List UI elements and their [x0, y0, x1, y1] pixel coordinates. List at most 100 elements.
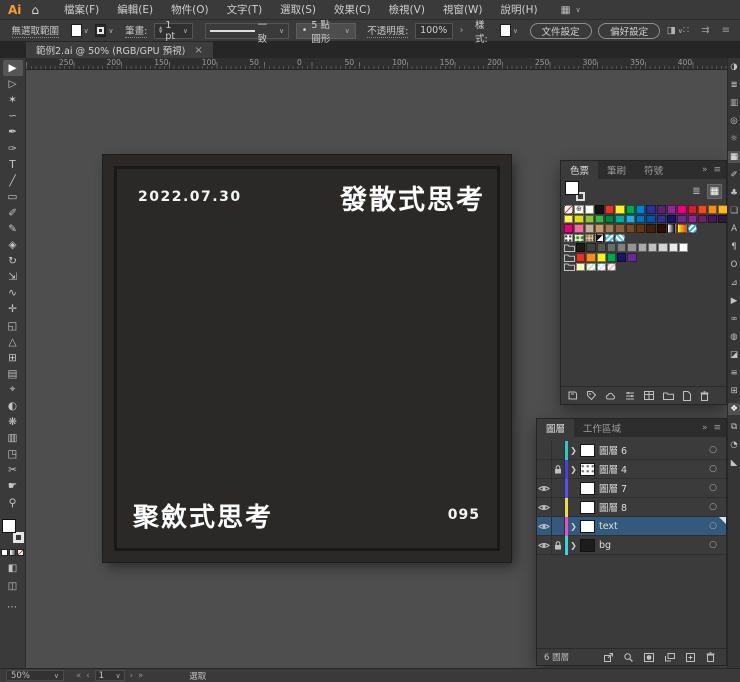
preferences-button[interactable]: 偏好設定 [598, 22, 661, 39]
chevron-down-icon[interactable]: ∨ [183, 27, 188, 35]
swatch-kinds-menu-icon[interactable] [587, 391, 596, 400]
swatch[interactable] [678, 243, 689, 252]
zoom-tool[interactable]: ⚲ [3, 495, 23, 511]
layer-row[interactable]: ❯ text ○ [537, 516, 726, 536]
pattern-swatch[interactable] [605, 233, 615, 243]
panel-menu-icon[interactable]: ≡ [713, 423, 721, 433]
column-graph-tool[interactable]: ▥ [3, 430, 23, 446]
expand-arrow-icon[interactable]: ❯ [568, 446, 579, 455]
line-segment-tool[interactable]: ╱ [3, 173, 23, 189]
swatch[interactable] [586, 252, 596, 262]
layer-thumbnail[interactable] [580, 443, 595, 457]
pattern-swatch[interactable] [687, 224, 697, 233]
gradient-swatch[interactable] [677, 224, 687, 233]
swatch[interactable] [687, 214, 697, 224]
menu-item[interactable]: 效果(C) [325, 4, 380, 16]
first-artboard-icon[interactable]: « [76, 671, 81, 681]
swatch[interactable] [646, 205, 656, 214]
pattern-swatch[interactable] [564, 233, 574, 243]
style-swatch[interactable] [499, 24, 511, 37]
color-themes-icon[interactable] [644, 391, 654, 400]
pattern-swatch[interactable] [596, 262, 606, 272]
tab-筆刷[interactable]: 筆刷 [598, 161, 635, 179]
curvature-tool[interactable]: ✑ [3, 140, 23, 156]
stepper-icon[interactable]: ▲ ▼ [159, 26, 162, 35]
lock-icon[interactable] [552, 516, 565, 536]
artboard-page-number[interactable]: 095 [448, 507, 480, 523]
draw-mode-icon[interactable]: ◧ [8, 563, 17, 574]
stroke-weight-label[interactable]: 筆畫: [125, 23, 148, 38]
control-extra-icon-2[interactable]: ⇉ [701, 25, 709, 36]
more-tools-icon[interactable]: ⋯ [7, 602, 18, 613]
swatch[interactable] [666, 205, 677, 214]
direct-selection-tool[interactable]: ▷ [3, 76, 23, 92]
hand-tool[interactable]: ☛ [3, 478, 23, 494]
asset-export-panel-icon[interactable]: ◔ [728, 439, 740, 451]
swatch[interactable] [636, 205, 646, 214]
properties-panel-icon[interactable]: ≣ [728, 79, 740, 91]
lock-icon[interactable] [552, 478, 565, 498]
opacity-label[interactable]: 不透明度: [367, 23, 409, 38]
tab-圖層[interactable]: 圖層 [537, 419, 575, 437]
control-extra-icon-1[interactable]: ∷ [683, 25, 689, 36]
swatch[interactable] [576, 262, 586, 272]
none-mode-button[interactable] [17, 548, 24, 556]
swatch[interactable] [606, 243, 617, 252]
layers-panel-icon[interactable]: ❖ [728, 403, 740, 415]
close-icon[interactable]: × [194, 45, 202, 56]
paintbrush-tool[interactable]: ✐ [3, 205, 23, 221]
layer-thumbnail[interactable] [580, 519, 595, 533]
lasso-tool[interactable]: ∽ [3, 108, 23, 124]
control-panel-menu-icon[interactable]: ≡ [722, 25, 730, 36]
swatch[interactable] [574, 224, 584, 233]
opacity-expand-icon[interactable]: › [460, 25, 464, 36]
swatch[interactable] [605, 205, 615, 214]
swatch[interactable] [636, 214, 646, 224]
eye-icon[interactable] [537, 535, 552, 555]
swatch[interactable] [627, 243, 637, 252]
target-circle-icon[interactable]: ○ [709, 483, 717, 493]
pathfinder-panel-icon[interactable]: ◍ [728, 331, 740, 343]
locate-object-icon[interactable] [624, 652, 633, 662]
eye-icon[interactable] [537, 497, 552, 517]
layer-name[interactable]: text [599, 521, 709, 532]
fill-color-swatch[interactable] [70, 24, 82, 37]
eye-icon[interactable] [537, 478, 552, 498]
gradient-panel-icon[interactable]: ▥ [728, 97, 740, 109]
menu-item[interactable]: 物件(O) [162, 4, 217, 16]
layer-row[interactable]: 圖層 7 ○ [537, 478, 726, 498]
swatch-libraries-menu-icon[interactable] [568, 391, 578, 400]
swatch[interactable] [617, 243, 627, 252]
layer-thumbnail[interactable] [580, 538, 595, 552]
chevron-down-icon[interactable]: ∨ [345, 27, 350, 35]
swatch[interactable] [677, 214, 687, 224]
swatch[interactable] [594, 205, 605, 214]
glyphs-panel-icon[interactable]: ⊿ [728, 277, 740, 289]
swatches-panel-icon[interactable]: ▦ [728, 151, 740, 163]
eye-icon[interactable] [537, 440, 552, 460]
new-layer-icon[interactable] [686, 652, 695, 662]
menu-item[interactable]: 說明(H) [492, 4, 547, 16]
delete-swatch-icon[interactable] [700, 390, 709, 401]
image-trace-panel-icon[interactable]: ◪ [728, 349, 740, 361]
fill-proxy[interactable] [1, 518, 16, 533]
swatch[interactable] [656, 224, 666, 233]
transparency-panel-icon[interactable]: ◎ [728, 115, 740, 127]
actions-panel-icon[interactable]: ▶ [728, 295, 740, 307]
brush-dropdown[interactable]: • 5 點圓形 ∨ [295, 20, 356, 45]
target-circle-icon[interactable]: ○ [709, 464, 717, 474]
current-swatch-proxy[interactable] [565, 181, 585, 201]
last-artboard-icon[interactable]: » [138, 671, 143, 681]
swatch[interactable] [617, 252, 627, 262]
artboard-title-top-right[interactable]: 發散式思考 [340, 178, 485, 217]
stroke-color-swatch[interactable] [95, 24, 107, 37]
magic-wand-tool[interactable]: ✶ [3, 92, 23, 108]
menu-item[interactable]: 檔案(F) [55, 4, 108, 16]
rotate-tool[interactable]: ↻ [3, 253, 23, 269]
swatch[interactable] [584, 224, 594, 233]
layer-name[interactable]: 圖層 4 [599, 462, 709, 476]
menu-item[interactable]: 檢視(V) [380, 4, 434, 16]
artboard-date-text[interactable]: 2022.07.30 [138, 189, 242, 205]
new-swatch-icon[interactable] [683, 390, 691, 401]
selection-tool[interactable]: ▶ [2, 60, 23, 77]
